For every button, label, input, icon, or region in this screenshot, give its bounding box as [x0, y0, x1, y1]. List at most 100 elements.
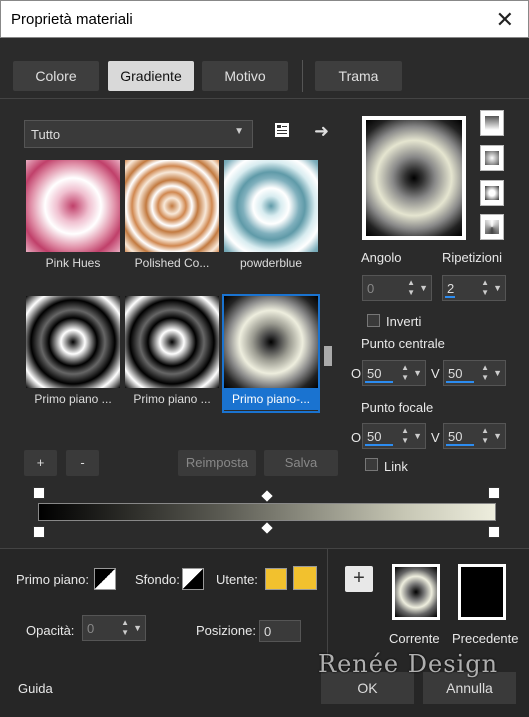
- previous-preview: [458, 564, 506, 620]
- foreground-stop-marker-top[interactable]: [33, 487, 45, 499]
- invert-checkbox[interactable]: [367, 314, 380, 327]
- window-title: Proprietà materiali: [11, 11, 133, 28]
- swatch-thumbnail: [125, 296, 219, 388]
- repeats-level-bar: [445, 296, 455, 298]
- background-label: Sfondo:: [135, 572, 180, 587]
- current-label: Corrente: [389, 631, 440, 646]
- focal-v-label: V: [431, 430, 440, 445]
- spin-arrows-icon[interactable]: ▲ ▼: [401, 426, 409, 446]
- swatch-thumbnail: [26, 296, 120, 388]
- current-preview: [392, 564, 440, 620]
- add-swatch-button[interactable]: +: [345, 566, 373, 592]
- swatch-label: Primo piano-...: [224, 388, 318, 410]
- link-checkbox[interactable]: [365, 458, 378, 471]
- chevron-down-icon[interactable]: ▼: [413, 431, 422, 441]
- center-point-label: Punto centrale: [361, 336, 445, 351]
- swatch-primo-piano-1[interactable]: Primo piano ...: [26, 296, 120, 411]
- tab-gradiente[interactable]: Gradiente: [108, 61, 194, 91]
- chevron-down-icon[interactable]: ▼: [493, 431, 502, 441]
- current-preview-image: [395, 567, 437, 617]
- save-button[interactable]: Salva: [264, 450, 338, 476]
- focal-v-level-bar: [446, 444, 474, 446]
- scrollbar-thumb[interactable]: [324, 346, 332, 366]
- gradient-editor-bar[interactable]: [38, 503, 496, 521]
- invert-label: Inverti: [386, 314, 422, 329]
- add-button[interactable]: +: [24, 450, 57, 476]
- background-stop-marker-top[interactable]: [488, 487, 500, 499]
- spin-arrows-icon[interactable]: ▲ ▼: [401, 363, 409, 383]
- gradient-preview[interactable]: [362, 116, 466, 240]
- chevron-down-icon[interactable]: ▼: [493, 283, 502, 293]
- chevron-down-icon[interactable]: ▼: [493, 368, 502, 378]
- color-stop-left[interactable]: [33, 526, 45, 538]
- swatch-thumbnail: [125, 160, 219, 252]
- remove-button[interactable]: -: [66, 450, 99, 476]
- tab-colore[interactable]: Colore: [13, 61, 99, 91]
- foreground-label: Primo piano:: [16, 572, 89, 587]
- rectangular-style-button[interactable]: [480, 145, 504, 171]
- focal-point-label: Punto focale: [361, 400, 434, 415]
- background-swatch-icon[interactable]: [182, 568, 204, 590]
- category-value: Tutto: [31, 127, 61, 142]
- spin-arrows-icon[interactable]: ▲ ▼: [121, 618, 129, 638]
- center-o-value: 50: [367, 366, 382, 381]
- swatch-thumbnail: [26, 160, 120, 252]
- spin-arrows-icon[interactable]: ▲ ▼: [407, 278, 415, 298]
- swatch-primo-piano-2[interactable]: Primo piano ...: [125, 296, 219, 411]
- user-swatch-large[interactable]: [293, 566, 317, 590]
- swatch-thumbnail: [224, 160, 318, 252]
- angle-label: Angolo: [361, 250, 402, 265]
- close-icon[interactable]: ✕: [496, 7, 514, 33]
- position-input[interactable]: 0: [259, 620, 301, 642]
- chevron-down-icon[interactable]: ▼: [133, 623, 142, 633]
- repeats-input[interactable]: 2 ▲ ▼ ▼: [442, 275, 506, 301]
- chevron-down-icon[interactable]: ▼: [413, 368, 422, 378]
- gradient-library-icon[interactable]: [274, 122, 290, 143]
- swatch-label: Polished Co...: [134, 256, 210, 270]
- center-v-level-bar: [446, 381, 474, 383]
- position-value: 0: [264, 624, 272, 639]
- center-o-input[interactable]: 50 ▲ ▼ ▼: [362, 360, 426, 386]
- swatch-label: Primo piano ...: [133, 392, 211, 406]
- midpoint-diamond-bottom[interactable]: [261, 522, 273, 534]
- bottom-separator: [327, 548, 328, 658]
- center-v-input[interactable]: 50 ▲ ▼ ▼: [443, 360, 506, 386]
- swatch-label: Pink Hues: [45, 256, 101, 270]
- center-o-level-bar: [365, 381, 393, 383]
- title-bar: Proprietà materiali ✕: [0, 0, 529, 38]
- angle-input[interactable]: 0 ▲ ▼ ▼: [362, 275, 432, 301]
- reset-button[interactable]: Reimposta: [178, 450, 256, 476]
- radial-style-button[interactable]: [480, 214, 504, 240]
- sunburst-style-button[interactable]: [480, 180, 504, 206]
- arrow-right-icon[interactable]: ➜: [314, 121, 329, 142]
- chevron-down-icon: ▼: [234, 126, 244, 137]
- foreground-swatch-icon[interactable]: [94, 568, 116, 590]
- user-swatch-small[interactable]: [265, 568, 287, 590]
- swatch-primo-piano-selected[interactable]: Primo piano-...: [222, 294, 320, 413]
- midpoint-diamond-top[interactable]: [261, 490, 273, 502]
- focal-v-input[interactable]: 50 ▲ ▼ ▼: [443, 423, 506, 449]
- swatch-label: powderblue: [239, 256, 303, 270]
- spin-arrows-icon[interactable]: ▲ ▼: [481, 426, 489, 446]
- color-stop-right[interactable]: [488, 526, 500, 538]
- previous-label: Precedente: [452, 631, 519, 646]
- swatch-polished-copper[interactable]: Polished Co...: [125, 160, 219, 275]
- bottom-divider: [0, 548, 529, 549]
- focal-o-input[interactable]: 50 ▲ ▼ ▼: [362, 423, 426, 449]
- tab-motivo[interactable]: Motivo: [202, 61, 288, 91]
- swatch-scrollbar[interactable]: [322, 158, 334, 436]
- swatch-pink-hues[interactable]: Pink Hues: [26, 160, 120, 275]
- linear-style-button[interactable]: [480, 110, 504, 136]
- spin-arrows-icon[interactable]: ▲ ▼: [481, 278, 489, 298]
- previous-preview-image: [461, 567, 503, 617]
- opacity-input[interactable]: 0 ▲ ▼ ▼: [82, 615, 146, 641]
- center-v-value: 50: [448, 366, 463, 381]
- opacity-label: Opacità:: [26, 623, 75, 638]
- spin-arrows-icon[interactable]: ▲ ▼: [481, 363, 489, 383]
- help-link[interactable]: Guida: [18, 681, 53, 696]
- swatch-powderblue[interactable]: powderblue: [224, 160, 318, 275]
- chevron-down-icon[interactable]: ▼: [419, 283, 428, 293]
- tab-trama[interactable]: Trama: [315, 61, 402, 91]
- category-dropdown[interactable]: Tutto ▼: [24, 120, 253, 148]
- center-v-label: V: [431, 366, 440, 381]
